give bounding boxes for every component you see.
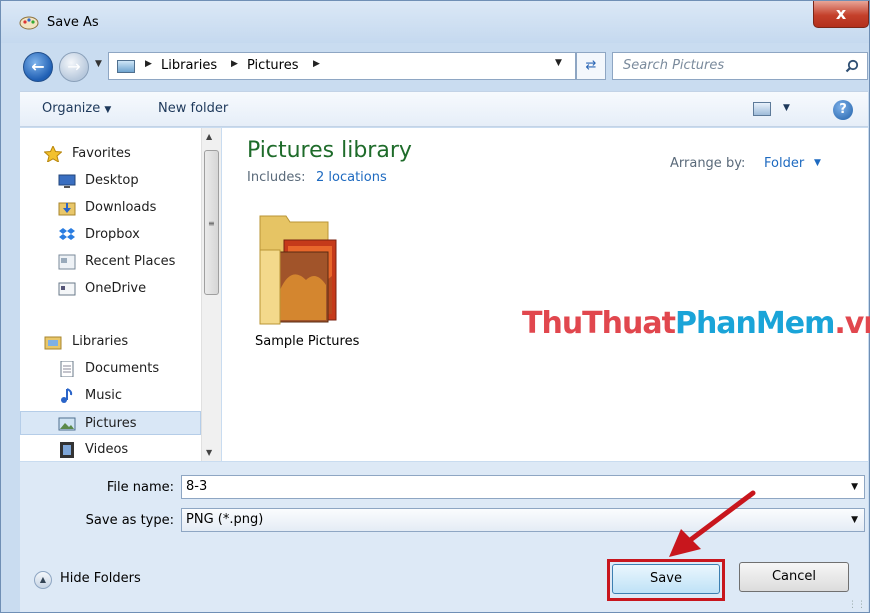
search-box[interactable] <box>612 52 868 80</box>
nav-label: Downloads <box>85 200 157 215</box>
recent-places-icon <box>58 254 76 270</box>
scroll-down-icon[interactable]: ▼ <box>206 448 212 457</box>
nav-label: Favorites <box>72 146 131 161</box>
refresh-button[interactable]: ⇄ <box>576 52 606 80</box>
dropbox-icon <box>59 228 75 240</box>
nav-item-desktop[interactable]: Desktop <box>20 169 201 193</box>
forward-arrow-icon: → <box>67 57 81 76</box>
nav-item-videos[interactable]: Videos <box>20 438 201 461</box>
nav-favorites-header[interactable]: Favorites <box>20 142 201 166</box>
watermark-part: ThuThuat <box>522 306 676 341</box>
downloads-icon <box>58 202 76 216</box>
nav-label: Pictures <box>85 416 137 431</box>
resize-grip-icon[interactable]: ⋮⋮ <box>848 600 866 610</box>
hide-folders-label: Hide Folders <box>60 571 141 586</box>
arrange-by-label: Arrange by: <box>670 156 746 171</box>
arrange-by-dropdown[interactable]: Folder <box>764 156 804 171</box>
title-bar[interactable]: Save As x <box>1 1 869 43</box>
nav-label: Dropbox <box>85 227 140 242</box>
desktop-icon <box>58 174 76 188</box>
view-options-dropdown[interactable]: ▼ <box>783 103 790 113</box>
library-icon <box>117 60 135 73</box>
save-as-type-select[interactable]: PNG (*.png) ▼ <box>181 508 865 532</box>
chevron-down-icon[interactable]: ▼ <box>814 158 821 168</box>
pictures-icon <box>58 417 76 431</box>
window-title: Save As <box>47 15 99 30</box>
save-as-dialog: Save As x ← → ▼ ▶ Libraries ▶ Pictures ▶… <box>0 0 870 613</box>
back-arrow-icon: ← <box>31 57 45 76</box>
save-form: File name: ▼ Save as type: PNG (*.png) ▼… <box>20 462 868 612</box>
scroll-up-icon[interactable]: ▲ <box>206 132 212 141</box>
nav-item-recent-places[interactable]: Recent Places <box>20 250 201 274</box>
includes-label: Includes: <box>247 170 306 185</box>
paint-app-icon <box>19 16 39 30</box>
breadcrumb-separator-icon[interactable]: ▶ <box>145 59 152 69</box>
cancel-button[interactable]: Cancel <box>739 562 849 592</box>
library-title: Pictures library <box>247 138 412 163</box>
chevron-down-icon: ▼ <box>104 105 112 115</box>
videos-icon <box>60 442 74 458</box>
nav-item-pictures[interactable]: Pictures <box>20 411 201 435</box>
organize-button[interactable]: Organize ▼ <box>42 101 111 116</box>
watermark-part: .vn <box>834 306 870 341</box>
save-as-type-label: Save as type: <box>85 513 174 528</box>
nav-item-dropbox[interactable]: Dropbox <box>20 223 201 247</box>
collapse-icon: ▲ <box>34 571 52 589</box>
breadcrumb-separator-icon[interactable]: ▶ <box>231 59 238 69</box>
scroll-thumb[interactable]: ≡ <box>204 150 219 295</box>
file-name-field[interactable]: ▼ <box>181 475 865 499</box>
search-icon[interactable] <box>845 59 859 73</box>
nav-item-documents[interactable]: Documents <box>20 357 201 381</box>
address-bar[interactable]: ▶ Libraries ▶ Pictures ▶ <box>108 52 576 80</box>
onedrive-icon <box>58 282 76 296</box>
nav-label: Libraries <box>72 334 129 349</box>
breadcrumb-pictures[interactable]: Pictures <box>247 58 298 73</box>
nav-libraries-header[interactable]: Libraries <box>20 330 201 354</box>
nav-label: Desktop <box>85 173 139 188</box>
forward-button[interactable]: → <box>59 52 89 82</box>
recent-locations-dropdown[interactable]: ▼ <box>95 59 107 73</box>
file-name-input[interactable] <box>186 479 826 494</box>
refresh-icon: ⇄ <box>585 58 597 73</box>
libraries-icon <box>44 336 62 350</box>
folder-icon <box>259 215 337 325</box>
close-button[interactable]: x <box>813 1 869 28</box>
close-icon: x <box>835 4 847 23</box>
chevron-down-icon[interactable]: ▼ <box>851 482 858 492</box>
watermark-part: PhanMem <box>674 306 835 341</box>
nav-label: OneDrive <box>85 281 147 296</box>
file-name-label: File name: <box>106 480 174 495</box>
nav-item-onedrive[interactable]: OneDrive <box>20 277 201 301</box>
locations-link[interactable]: 2 locations <box>316 170 387 185</box>
grip-icon: ≡ <box>208 219 215 228</box>
star-icon <box>44 146 62 162</box>
search-input[interactable] <box>623 58 833 73</box>
watermark: ThuThuatPhanMem.vn <box>522 306 870 341</box>
music-icon <box>61 388 73 403</box>
nav-label: Recent Places <box>85 254 176 269</box>
nav-label: Documents <box>85 361 160 376</box>
documents-icon <box>60 361 74 377</box>
breadcrumb-separator-icon[interactable]: ▶ <box>313 59 320 69</box>
folder-label[interactable]: Sample Pictures <box>255 334 359 349</box>
file-list-area: Pictures library Includes: 2 locations A… <box>222 128 870 461</box>
save-type-value: PNG (*.png) <box>186 512 264 527</box>
address-history-dropdown[interactable]: ▼ <box>555 58 562 68</box>
nav-item-downloads[interactable]: Downloads <box>20 196 201 220</box>
chevron-down-icon: ▼ <box>851 515 858 525</box>
organize-label: Organize <box>42 101 101 116</box>
back-button[interactable]: ← <box>23 52 53 82</box>
command-bar: Organize ▼ New folder ▼ ? <box>20 91 868 127</box>
navigation-pane: Favorites Desktop Downloads Dropbox Rece… <box>20 128 201 461</box>
nav-label: Videos <box>85 442 129 457</box>
nav-scrollbar[interactable]: ▲ ≡ ▼ <box>201 128 221 461</box>
save-button[interactable]: Save <box>612 564 720 594</box>
breadcrumb-libraries[interactable]: Libraries <box>161 58 217 73</box>
folder-item[interactable] <box>256 210 346 330</box>
help-icon[interactable]: ? <box>833 100 853 120</box>
nav-item-music[interactable]: Music <box>20 384 201 408</box>
nav-label: Music <box>85 388 122 403</box>
change-view-icon[interactable] <box>753 102 771 116</box>
new-folder-button[interactable]: New folder <box>158 101 228 116</box>
